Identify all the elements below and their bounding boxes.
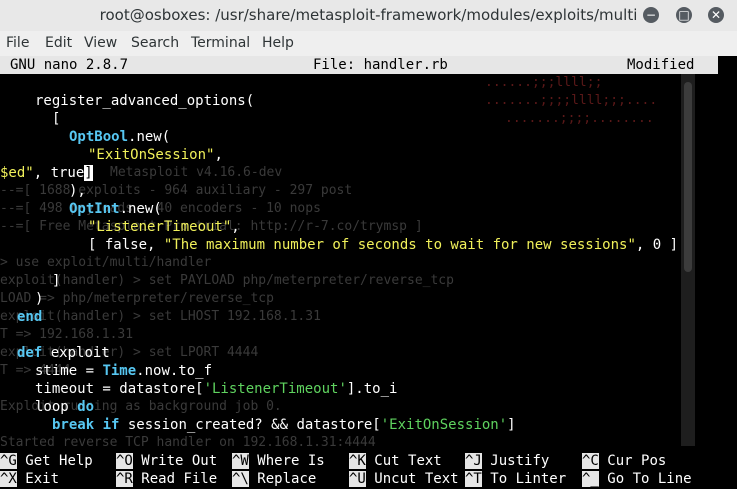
ghost-line: --=[ 1688 exploits - 964 auxiliary - 297… — [0, 183, 353, 198]
shortcut-to-linter[interactable]: ^T To Linter — [465, 470, 566, 488]
nano-header: GNU nano 2.8.7 File: handler.rb Modified — [0, 56, 718, 74]
ghost-art: .......;;;;llll;;;.... — [485, 93, 658, 108]
menu-help[interactable]: Help — [262, 35, 294, 51]
menu-bar: File Edit View Search Terminal Help — [0, 31, 737, 57]
code-line: OptInt.new( — [69, 201, 162, 217]
shortcut-replace[interactable]: ^\ Replace — [232, 470, 316, 488]
maximize-button[interactable]: □ — [676, 7, 692, 23]
menu-search[interactable]: Search — [131, 35, 179, 51]
shortcut-exit[interactable]: ^X Exit — [0, 470, 59, 488]
minimize-button[interactable]: − — [643, 7, 659, 23]
code-line: "ListenerTimeout", — [88, 219, 240, 235]
menu-edit[interactable]: Edit — [45, 35, 72, 51]
ghost-line: exploit(handler) > set PAYLOAD php/meter… — [0, 273, 454, 288]
scrollbar[interactable] — [681, 74, 695, 446]
ghost-line: T => 192.168.1.31 — [0, 327, 134, 342]
ghost-art: ......;;;llll;; — [485, 75, 603, 90]
code-line: loop do — [35, 399, 95, 415]
shortcut-justify[interactable]: ^J Justify — [465, 452, 549, 470]
shortcut-cur-pos[interactable]: ^C Cur Pos — [582, 452, 666, 470]
code-line: ) — [35, 291, 44, 307]
menu-file[interactable]: File — [6, 35, 29, 51]
code-line: $ed", true] — [0, 165, 93, 181]
shortcut-uncut-text[interactable]: ^U Uncut Text — [349, 470, 459, 488]
terminal-area[interactable]: ......;;;llll;; .......;;;;llll;;;.... .… — [0, 56, 737, 489]
ghost-line: > use exploit/multi/handler — [0, 255, 212, 270]
menu-terminal[interactable]: Terminal — [191, 35, 250, 51]
nano-version: GNU nano 2.8.7 — [10, 57, 129, 73]
scrollbar-thumb[interactable] — [684, 82, 692, 272]
code-line: register_advanced_options( — [35, 93, 255, 109]
window-titlebar: root@osboxes: /usr/share/metasploit-fram… — [0, 0, 737, 32]
code-line: end — [17, 309, 43, 325]
ghost-line: Metasploit v4.16.6-dev — [110, 165, 283, 180]
shortcut-cut-text[interactable]: ^K Cut Text — [349, 452, 442, 470]
ghost-line: exploit(handler) > set LHOST 192.168.1.3… — [0, 309, 321, 324]
window-title: root@osboxes: /usr/share/metasploit-fram… — [99, 6, 638, 24]
code-line: ] — [52, 273, 61, 289]
code-line: break if session_created? && datastore['… — [52, 417, 516, 433]
shortcut-read-file[interactable]: ^R Read File — [116, 470, 217, 488]
shortcut-go-to-line[interactable]: ^_ Go To Line — [582, 470, 692, 488]
ghost-line: Started reverse TCP handler on 192.168.1… — [0, 435, 376, 450]
code-line: OptBool.new( — [69, 129, 171, 145]
ghost-art: .......;;;;........ — [505, 111, 654, 126]
code-line: [ — [52, 111, 61, 127]
close-button[interactable]: ✕ — [708, 7, 724, 23]
shortcut-write-out[interactable]: ^O Write Out — [116, 452, 217, 470]
shortcut-where-is[interactable]: ^W Where Is — [232, 452, 325, 470]
nano-status: Modified — [627, 57, 695, 73]
nano-filename: File: handler.rb — [313, 57, 448, 73]
code-line: stime = Time.now.to_f — [35, 363, 213, 379]
menu-view[interactable]: View — [84, 35, 117, 51]
code-line: "ExitOnSession", — [88, 147, 223, 163]
shortcut-get-help[interactable]: ^G Get Help — [0, 452, 93, 470]
code-line: ), — [69, 183, 86, 199]
code-line: [ false, "The maximum number of seconds … — [88, 237, 679, 253]
code-line: def exploit — [17, 345, 110, 361]
text-cursor: ] — [84, 165, 93, 181]
code-line: timeout = datastore['ListenerTimeout'].t… — [35, 381, 398, 397]
